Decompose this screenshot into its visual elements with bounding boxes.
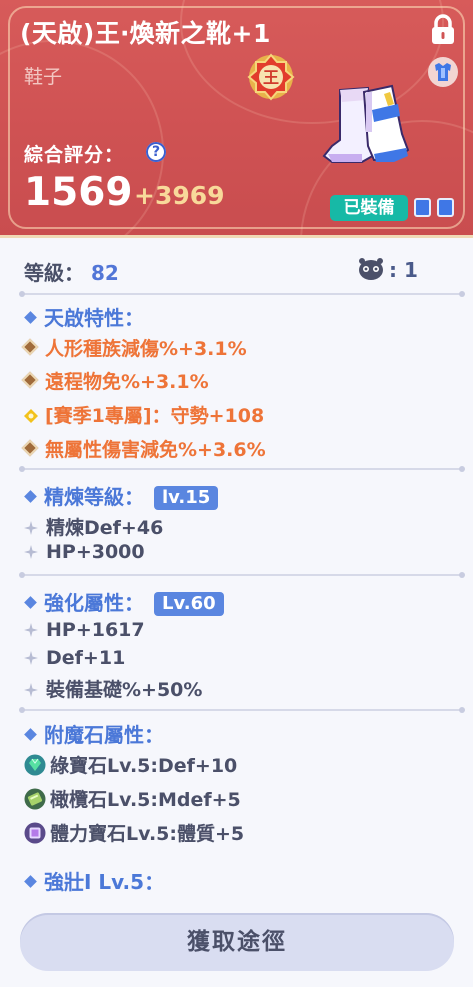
enhance-attr: 裝備基礎%+50% [24,675,202,702]
enhance-section-title: 強化屬性： Lv.60 [24,587,224,617]
level-row: 等級： 82 [24,257,119,286]
season-star-icon [24,409,38,423]
divider [19,572,465,578]
divider [19,291,465,297]
awaken-section-title: 天啟特性： [24,302,144,331]
score-label: 綜合評分： [24,144,125,166]
awaken-attr: 人形種族減傷%+3.1% [21,334,247,361]
olive-gem-icon [24,788,46,810]
emblem-char: 王 [263,68,279,87]
help-icon[interactable]: ? [146,142,166,162]
equipped-badge: 已裝備 [330,195,408,221]
vitality-gem-icon [24,822,46,844]
refine-attr: HP+3000 [24,541,145,563]
score-bonus: +3969 [134,181,225,210]
pet-count: : 1 [389,258,418,282]
awaken-attr: 遠程物免%+3.1% [21,367,209,394]
item-header: (天啟)王‧煥新之靴+1 鞋子 王 綜合評分： ? 1569 +3969 已裝備 [0,0,473,238]
level-label: 等級： [24,261,84,285]
enhance-level-chip: Lv.60 [154,592,224,616]
king-emblem-icon: 王 [247,53,295,101]
refine-attr: 精煉Def+46 [24,513,163,540]
awaken-season-attr: [賽季1專屬]：守勢+108 [24,401,264,428]
enhance-attr: HP+1617 [24,619,145,641]
pet-icon [359,258,383,280]
slot-indicator [414,198,431,217]
enchant-attr: 綠寶石Lv.5:Def+10 [24,750,237,778]
enchant-attr: 體力寶石Lv.5:體質+5 [24,818,244,846]
armor-icon[interactable] [426,56,460,88]
divider [19,707,465,713]
awaken-attr: 無屬性傷害減免%+3.6% [21,435,266,462]
sturdy-section-title: 強壯I Lv.5： [24,866,164,895]
refine-level-chip: lv.15 [154,486,219,510]
green-gem-icon [24,754,46,776]
enchant-attr: 橄欖石Lv.5:Mdef+5 [24,784,241,812]
lock-icon[interactable] [428,14,458,46]
divider [19,466,465,472]
refine-section-title: 精煉等級： lv.15 [24,481,219,511]
enchant-section-title: 附魔石屬性： [24,719,164,748]
item-type: 鞋子 [24,66,63,88]
score-value: 1569 [24,170,133,215]
boots-image [322,84,410,163]
item-title: (天啟)王‧煥新之靴+1 [20,19,271,48]
level-value: 82 [90,261,119,285]
get-source-button[interactable]: 獲取途徑 [20,913,454,971]
enhance-attr: Def+11 [24,647,125,669]
slot-indicator [437,198,454,217]
item-detail-panel: (天啟)王‧煥新之靴+1 鞋子 王 綜合評分： ? 1569 +3969 已裝備… [0,0,473,987]
